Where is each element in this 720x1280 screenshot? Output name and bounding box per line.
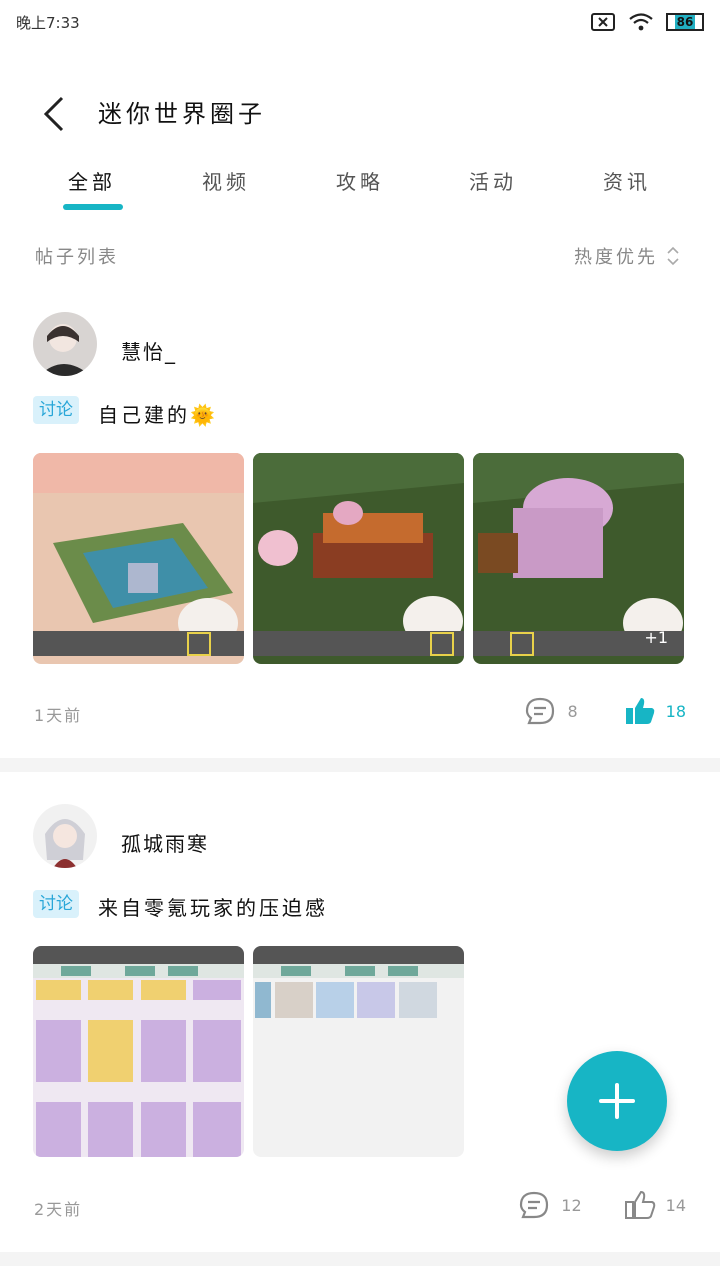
list-header: 帖子列表 热度优先 [0, 243, 720, 283]
no-sim-icon [591, 13, 615, 31]
post-image[interactable]: +1 [473, 453, 684, 664]
post-image[interactable] [33, 453, 244, 664]
wifi-icon [629, 13, 653, 31]
username[interactable]: 孤城雨寒 [121, 828, 209, 857]
post-image[interactable] [253, 946, 464, 1157]
post-text: 来自零氪玩家的压迫感 [98, 896, 328, 920]
like-icon[interactable] [624, 1190, 656, 1220]
topic-tag[interactable]: 讨论 [33, 890, 79, 918]
comment-count: 12 [561, 1195, 582, 1215]
tab-all[interactable]: 全部 [68, 166, 116, 195]
status-bar: 晚上7:33 86 [0, 0, 720, 52]
back-button[interactable] [34, 92, 74, 136]
post-image[interactable] [33, 946, 244, 1157]
post-list-title: 帖子列表 [35, 247, 119, 268]
like-count: 14 [665, 1195, 686, 1215]
more-images-badge: +1 [644, 628, 668, 647]
tab-videos[interactable]: 视频 [202, 166, 250, 195]
comment-count: 8 [567, 701, 578, 721]
battery-level: 86 [674, 15, 696, 29]
post-card[interactable]: 慧怡_ 讨论 自己建的🌞 +1 1天前 8 18 [0, 300, 720, 760]
topic-tag[interactable]: 讨论 [33, 396, 79, 424]
plus-icon [599, 1083, 635, 1119]
sort-button[interactable]: 热度优先 [574, 243, 680, 269]
header: 迷你世界圈子 [0, 80, 720, 150]
post-text: 自己建的🌞 [98, 399, 218, 428]
post-text-content: 自己建的 [98, 403, 190, 427]
page-title: 迷你世界圈子 [98, 100, 266, 128]
post-actions: 12 14 [517, 1190, 686, 1220]
create-post-button[interactable] [567, 1051, 667, 1151]
comment-icon[interactable] [523, 696, 557, 726]
status-icons: 86 [590, 12, 704, 32]
tab-bar: 全部 视频 攻略 活动 资讯 [0, 162, 720, 222]
post-time: 2天前 [34, 1200, 83, 1219]
sort-arrows-icon [667, 246, 679, 266]
battery-indicator: 86 [666, 13, 704, 31]
section-divider [0, 758, 720, 772]
like-count: 18 [665, 701, 686, 721]
tab-guides[interactable]: 攻略 [336, 166, 384, 195]
image-gallery [33, 946, 464, 1157]
tab-news[interactable]: 资讯 [603, 166, 651, 195]
avatar[interactable] [33, 804, 97, 868]
avatar[interactable] [33, 312, 97, 376]
status-time: 晚上7:33 [16, 14, 80, 32]
comment-icon[interactable] [517, 1190, 551, 1220]
post-card[interactable]: 孤城雨寒 讨论 来自零氪玩家的压迫感 2天前 12 14 [0, 790, 720, 1250]
post-time: 1天前 [34, 706, 83, 725]
image-gallery: +1 [33, 453, 684, 664]
like-icon[interactable] [624, 696, 656, 726]
sort-label: 热度优先 [574, 247, 658, 268]
active-tab-indicator [63, 204, 123, 210]
back-arrow-icon [43, 96, 64, 132]
sun-emoji: 🌞 [190, 403, 218, 427]
tab-events[interactable]: 活动 [469, 166, 517, 195]
post-image[interactable] [253, 453, 464, 664]
username[interactable]: 慧怡_ [121, 336, 177, 365]
section-divider [0, 1252, 720, 1266]
post-actions: 8 18 [523, 696, 686, 726]
